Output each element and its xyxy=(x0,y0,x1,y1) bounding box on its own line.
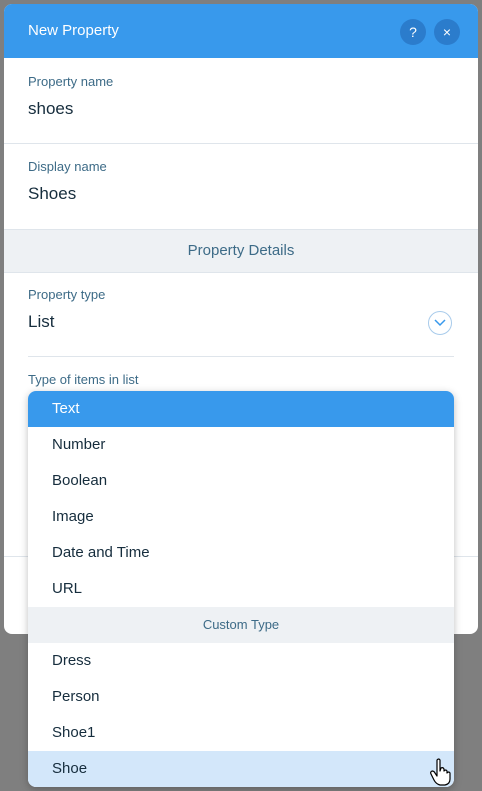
dropdown-option-dress[interactable]: Dress xyxy=(28,643,454,679)
hand-pointer-icon xyxy=(430,758,452,786)
property-name-label: Property name xyxy=(28,74,114,89)
items-type-dropdown: Text Number Boolean Image Date and Time … xyxy=(28,391,454,787)
property-details-header: Property Details xyxy=(4,229,478,273)
dropdown-option-person[interactable]: Person xyxy=(28,679,454,715)
dropdown-option-shoe[interactable]: Shoe xyxy=(28,751,454,787)
property-name-input[interactable]: shoes xyxy=(28,99,113,119)
items-type-field: Type of items in list xyxy=(28,372,139,387)
divider xyxy=(4,143,478,144)
property-name-field[interactable]: Property name shoes xyxy=(28,74,113,119)
divider xyxy=(28,356,454,357)
dropdown-option-image[interactable]: Image xyxy=(28,499,454,535)
close-icon[interactable]: × xyxy=(434,19,460,45)
dropdown-option-number[interactable]: Number xyxy=(28,427,454,463)
dropdown-option-date-and-time[interactable]: Date and Time xyxy=(28,535,454,571)
dropdown-option-text[interactable]: Text xyxy=(28,391,454,427)
dialog-title: New Property xyxy=(28,22,119,39)
display-name-input[interactable]: Shoes xyxy=(28,184,107,204)
items-type-label: Type of items in list xyxy=(28,372,139,387)
property-type-label: Property type xyxy=(28,287,106,302)
chevron-down-icon[interactable] xyxy=(428,311,452,335)
display-name-field[interactable]: Display name Shoes xyxy=(28,159,107,204)
dropdown-option-shoe1[interactable]: Shoe1 xyxy=(28,715,454,751)
dropdown-group-custom-type: Custom Type xyxy=(28,607,454,643)
dropdown-option-boolean[interactable]: Boolean xyxy=(28,463,454,499)
dropdown-option-url[interactable]: URL xyxy=(28,571,454,607)
property-type-field[interactable]: Property type List xyxy=(28,287,105,332)
property-type-select[interactable]: List xyxy=(28,312,105,332)
dialog-header: New Property ? × xyxy=(4,4,478,58)
help-icon[interactable]: ? xyxy=(400,19,426,45)
display-name-label: Display name xyxy=(28,159,107,174)
